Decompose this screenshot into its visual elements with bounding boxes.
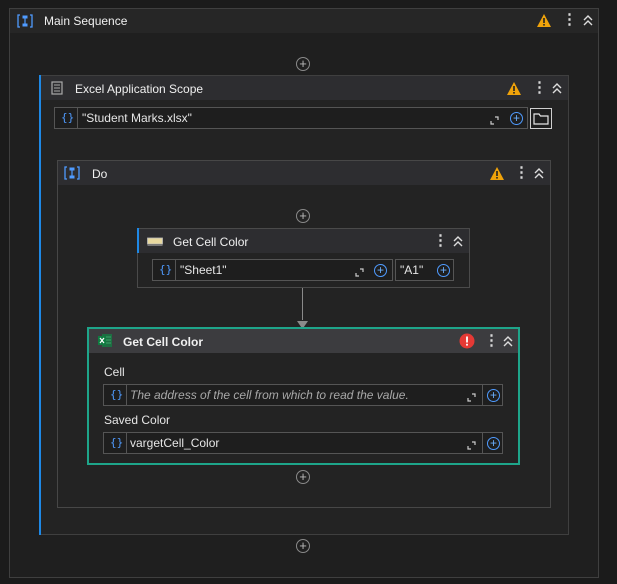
expression-icon: {}: [159, 263, 173, 276]
saved-color-value: vargetCell_Color: [130, 436, 220, 450]
cell-address-value: "A1": [400, 263, 424, 277]
expression-icon: {}: [110, 388, 124, 401]
add-activity-icon[interactable]: +: [296, 539, 310, 553]
more-options-icon[interactable]: ⋮: [484, 333, 499, 348]
collapse-icon[interactable]: [452, 235, 466, 247]
get-cell-color-2-title: Get Cell Color: [123, 335, 204, 349]
expand-editor-icon[interactable]: [355, 266, 364, 277]
browse-file-button[interactable]: [530, 108, 552, 129]
excel-scope-header[interactable]: Excel Application Scope ⋮: [41, 76, 568, 100]
add-activity-icon[interactable]: +: [296, 209, 310, 223]
main-sequence-title: Main Sequence: [44, 14, 128, 28]
more-options-icon[interactable]: ⋮: [562, 12, 577, 27]
excel-scope-title: Excel Application Scope: [75, 82, 204, 96]
more-options-icon[interactable]: ⋮: [532, 80, 547, 95]
sheet-name-field[interactable]: {} "Sheet1" +: [152, 259, 393, 281]
add-variable-icon[interactable]: +: [437, 264, 450, 277]
do-sequence-header[interactable]: Do ⋮: [58, 161, 550, 185]
add-variable-icon[interactable]: +: [487, 437, 500, 450]
add-activity-icon[interactable]: +: [296, 57, 310, 71]
get-cell-color-1-title: Get Cell Color: [173, 235, 249, 249]
folder-icon: [533, 113, 549, 125]
do-sequence-title: Do: [92, 167, 108, 181]
get-cell-color-1-header[interactable]: Get Cell Color ⋮: [139, 229, 469, 253]
sequence-icon: [64, 165, 80, 181]
saved-color-label: Saved Color: [104, 413, 171, 427]
workbook-path-field[interactable]: {} "Student Marks.xlsx" +: [54, 107, 528, 129]
add-variable-icon[interactable]: +: [374, 264, 387, 277]
expand-editor-icon[interactable]: [490, 114, 499, 125]
expand-editor-icon[interactable]: [467, 439, 476, 450]
collapse-icon[interactable]: [582, 14, 596, 26]
cell-address-field[interactable]: "A1" +: [395, 259, 454, 281]
cell-label: Cell: [104, 365, 125, 379]
sheet-name-value: "Sheet1": [180, 263, 227, 277]
collapse-icon[interactable]: [533, 167, 547, 179]
collapse-icon[interactable]: [551, 82, 565, 94]
add-activity-icon[interactable]: +: [296, 470, 310, 484]
warning-icon[interactable]: [506, 81, 522, 99]
add-variable-icon[interactable]: +: [510, 112, 523, 125]
expression-icon: {}: [110, 436, 124, 449]
document-icon: [51, 81, 63, 98]
flow-connector: [302, 288, 303, 320]
error-icon[interactable]: [459, 333, 475, 352]
add-variable-icon[interactable]: +: [487, 389, 500, 402]
warning-icon[interactable]: [489, 166, 505, 184]
expression-icon: {}: [61, 111, 75, 124]
sequence-icon: [17, 13, 33, 29]
excel-icon: [97, 333, 113, 351]
warning-icon[interactable]: [536, 13, 552, 31]
more-options-icon[interactable]: ⋮: [514, 165, 529, 180]
cell-input-placeholder: The address of the cell from which to re…: [130, 388, 409, 402]
more-options-icon[interactable]: ⋮: [433, 233, 448, 248]
workbook-path-value: "Student Marks.xlsx": [82, 111, 192, 125]
excel-scope-accent-bar: [39, 75, 41, 535]
cell-input-field[interactable]: {} The address of the cell from which to…: [103, 384, 503, 406]
expand-editor-icon[interactable]: [467, 391, 476, 402]
get-cell-color-2-header[interactable]: Get Cell Color ⋮: [89, 329, 518, 353]
saved-color-field[interactable]: {} vargetCell_Color +: [103, 432, 503, 454]
cell-color-icon: [147, 236, 163, 250]
main-sequence-header[interactable]: Main Sequence ⋮: [10, 9, 598, 33]
collapse-icon[interactable]: [502, 335, 516, 347]
